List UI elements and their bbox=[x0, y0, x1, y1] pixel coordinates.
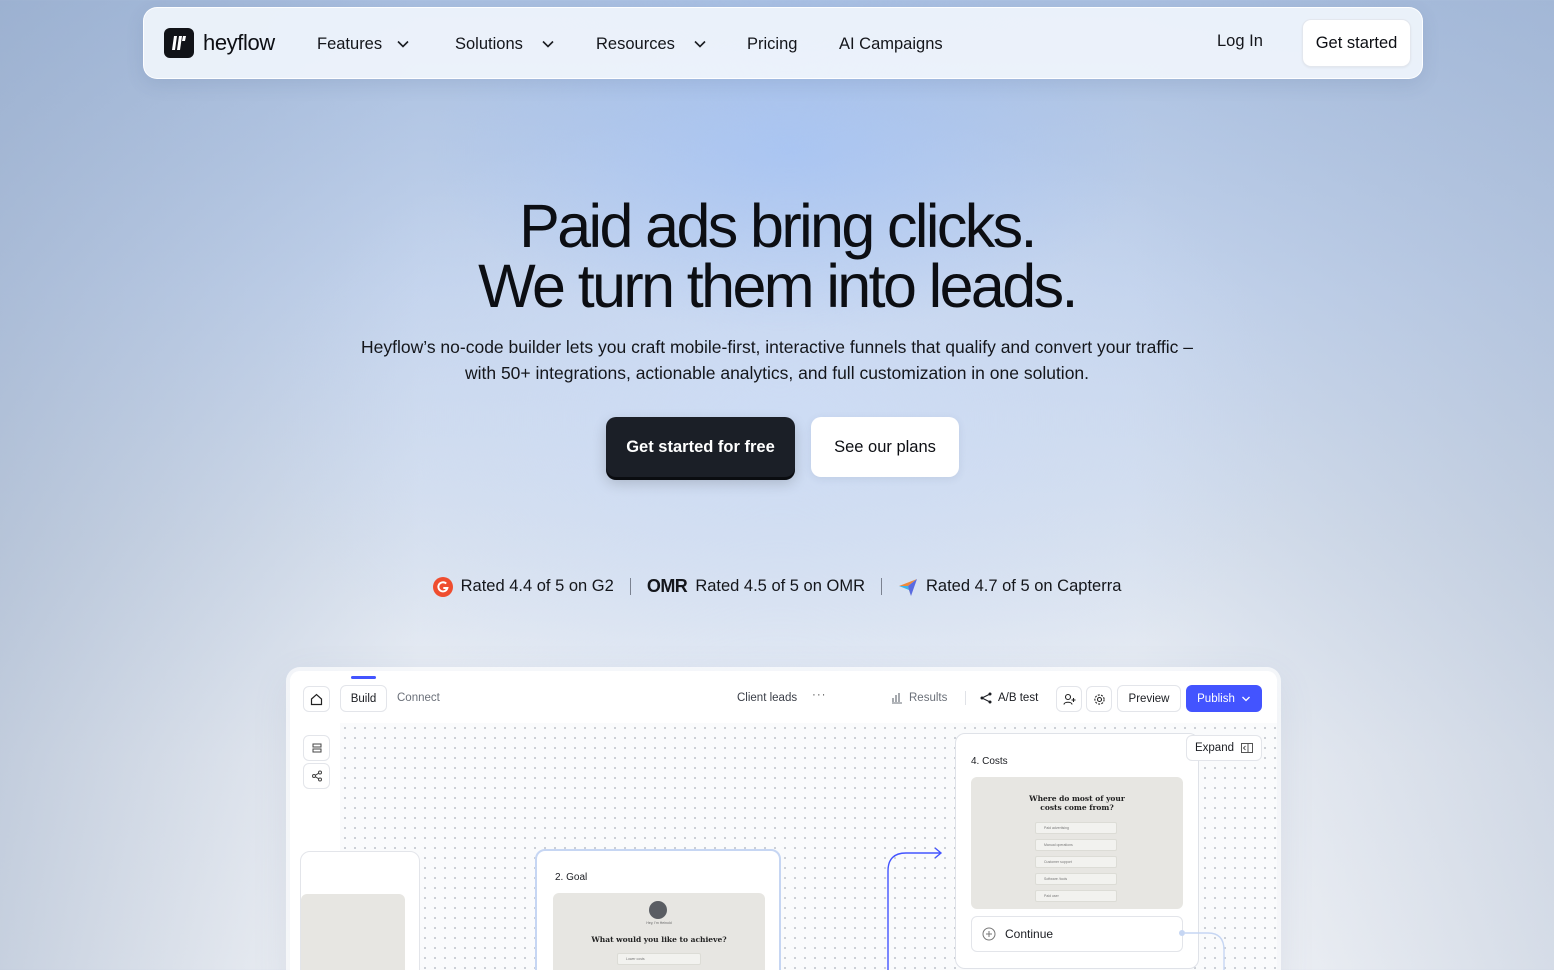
get-started-button[interactable]: Get started bbox=[1302, 19, 1411, 67]
app-preview: Build Connect Client leads ··· Results A… bbox=[290, 671, 1277, 970]
nav-item-label: AI Campaigns bbox=[839, 34, 943, 53]
rating-text: Rated 4.5 of 5 on OMR bbox=[695, 577, 865, 595]
continue-label: Continue bbox=[1005, 927, 1054, 941]
tab-connect[interactable]: Connect bbox=[397, 692, 440, 704]
invite-user-button[interactable] bbox=[1056, 686, 1082, 712]
hero-subtitle: Heyflow’s no-code builder lets you craft… bbox=[320, 334, 1234, 386]
plus-circle-icon bbox=[982, 927, 996, 941]
active-tab-indicator bbox=[351, 676, 376, 679]
expand-label: Expand bbox=[1194, 742, 1234, 754]
nav-item-ai-campaigns[interactable]: AI Campaigns bbox=[839, 32, 943, 56]
answer-option: Lower costs bbox=[617, 953, 701, 965]
avatar bbox=[649, 901, 667, 919]
answer-option: Paid advertising bbox=[1035, 822, 1117, 834]
connector-arrow bbox=[887, 847, 943, 970]
login-link[interactable]: Log In bbox=[1217, 32, 1263, 51]
divider bbox=[629, 578, 631, 595]
answer-option: Paid user bbox=[1035, 890, 1117, 902]
split-icon bbox=[980, 692, 992, 704]
chevron-down-icon bbox=[542, 40, 554, 48]
omr-icon: OMR bbox=[647, 576, 688, 597]
nav-item-pricing[interactable]: Pricing bbox=[747, 32, 797, 56]
rating-omr[interactable]: OMR Rated 4.5 of 5 on OMR bbox=[647, 576, 865, 597]
hero-title-line-2: We turn them into leads. bbox=[478, 252, 1078, 320]
layers-icon bbox=[312, 743, 321, 753]
bar-chart-icon bbox=[892, 693, 902, 704]
preview-button[interactable]: Preview bbox=[1117, 685, 1181, 712]
settings-button[interactable] bbox=[1086, 686, 1112, 712]
answer-option: Customer support bbox=[1035, 856, 1117, 868]
logo-text: heyflow bbox=[203, 30, 275, 55]
ratings-bar: Rated 4.4 of 5 on G2 OMR Rated 4.5 of 5 … bbox=[0, 576, 1554, 597]
flow-card[interactable] bbox=[300, 851, 420, 970]
flow-canvas[interactable]: 2. Goal Hey, I'm Heinold What would you … bbox=[300, 723, 1277, 970]
more-options-button[interactable]: ··· bbox=[812, 689, 827, 701]
top-navbar: heyflow Features Solutions Resources Pri… bbox=[143, 7, 1423, 79]
chevron-down-icon bbox=[694, 40, 706, 48]
card-preview bbox=[301, 894, 405, 970]
app-toolbar: Build Connect Client leads ··· Results A… bbox=[290, 671, 1277, 723]
rating-text: Rated 4.4 of 5 on G2 bbox=[460, 577, 614, 595]
hero-subtitle-line-1: Heyflow’s no-code builder lets you craft… bbox=[361, 337, 1193, 357]
share-nodes-icon bbox=[311, 770, 322, 782]
add-user-icon bbox=[1062, 693, 1075, 705]
nav-item-solutions[interactable]: Solutions bbox=[455, 32, 555, 56]
nav-item-label: Features bbox=[317, 34, 383, 53]
nav-item-label: Pricing bbox=[747, 34, 798, 53]
see-plans-button[interactable]: See our plans bbox=[811, 417, 959, 477]
divider bbox=[881, 578, 882, 595]
abtest-label: A/B test bbox=[998, 692, 1039, 704]
tab-build[interactable]: Build bbox=[340, 685, 387, 712]
rating-g2[interactable]: Rated 4.4 of 5 on G2 bbox=[432, 576, 614, 597]
abtest-button[interactable]: A/B test bbox=[980, 692, 1038, 704]
home-icon bbox=[310, 693, 323, 705]
card-question: Where do most of your costs come from? bbox=[1029, 794, 1125, 812]
nav-item-label: Resources bbox=[596, 34, 675, 53]
card-preview: Hey, I'm Heinold What would you like to … bbox=[553, 893, 765, 970]
expand-button[interactable]: Expand bbox=[1186, 735, 1262, 761]
omr-logo-text: OMR bbox=[646, 576, 688, 596]
publish-label: Publish bbox=[1197, 692, 1235, 705]
connector-line bbox=[1179, 930, 1225, 970]
continue-block[interactable]: Continue bbox=[971, 916, 1183, 952]
flow-button[interactable] bbox=[303, 763, 330, 789]
hero-subtitle-line-2: with 50+ integrations, actionable analyt… bbox=[464, 363, 1090, 383]
capterra-icon bbox=[898, 577, 918, 597]
nav-item-resources[interactable]: Resources bbox=[596, 32, 707, 56]
card-title: 2. Goal bbox=[555, 872, 588, 883]
divider bbox=[965, 691, 966, 705]
chevron-down-icon bbox=[1241, 696, 1250, 701]
nav-item-features[interactable]: Features bbox=[317, 32, 410, 56]
card-question: What would you like to achieve? bbox=[591, 935, 727, 944]
home-button[interactable] bbox=[303, 686, 330, 712]
gear-icon bbox=[1093, 693, 1105, 705]
answer-option: Manual operations bbox=[1035, 839, 1117, 851]
avatar-caption: Hey, I'm Heinold bbox=[646, 921, 672, 925]
logo[interactable]: heyflow bbox=[164, 28, 275, 58]
card-title: 4. Costs bbox=[971, 756, 1008, 767]
g2-icon bbox=[432, 576, 453, 597]
answer-option: Software /tools bbox=[1035, 873, 1117, 885]
flow-card-goal[interactable]: 2. Goal Hey, I'm Heinold What would you … bbox=[535, 849, 781, 970]
nav-item-label: Solutions bbox=[455, 34, 523, 53]
rating-text: Rated 4.7 of 5 on Capterra bbox=[926, 577, 1122, 595]
flow-card-costs[interactable]: 4. Costs Where do most of your costs com… bbox=[955, 733, 1199, 969]
expand-icon bbox=[1241, 743, 1253, 753]
flow-name[interactable]: Client leads bbox=[737, 692, 797, 704]
heyflow-logo-icon bbox=[164, 28, 194, 58]
publish-button[interactable]: Publish bbox=[1186, 685, 1262, 712]
hero-title: Paid ads bring clicks. We turn them into… bbox=[0, 196, 1554, 317]
rating-capterra[interactable]: Rated 4.7 of 5 on Capterra bbox=[898, 577, 1121, 597]
card-preview: Where do most of your costs come from? P… bbox=[971, 777, 1183, 909]
chevron-down-icon bbox=[397, 40, 409, 48]
results-button[interactable]: Results bbox=[891, 692, 947, 704]
hero-title-line-1: Paid ads bring clicks. bbox=[519, 192, 1037, 260]
results-label: Results bbox=[909, 692, 948, 704]
layers-button[interactable] bbox=[303, 735, 330, 761]
get-started-free-button[interactable]: Get started for free bbox=[606, 417, 795, 477]
